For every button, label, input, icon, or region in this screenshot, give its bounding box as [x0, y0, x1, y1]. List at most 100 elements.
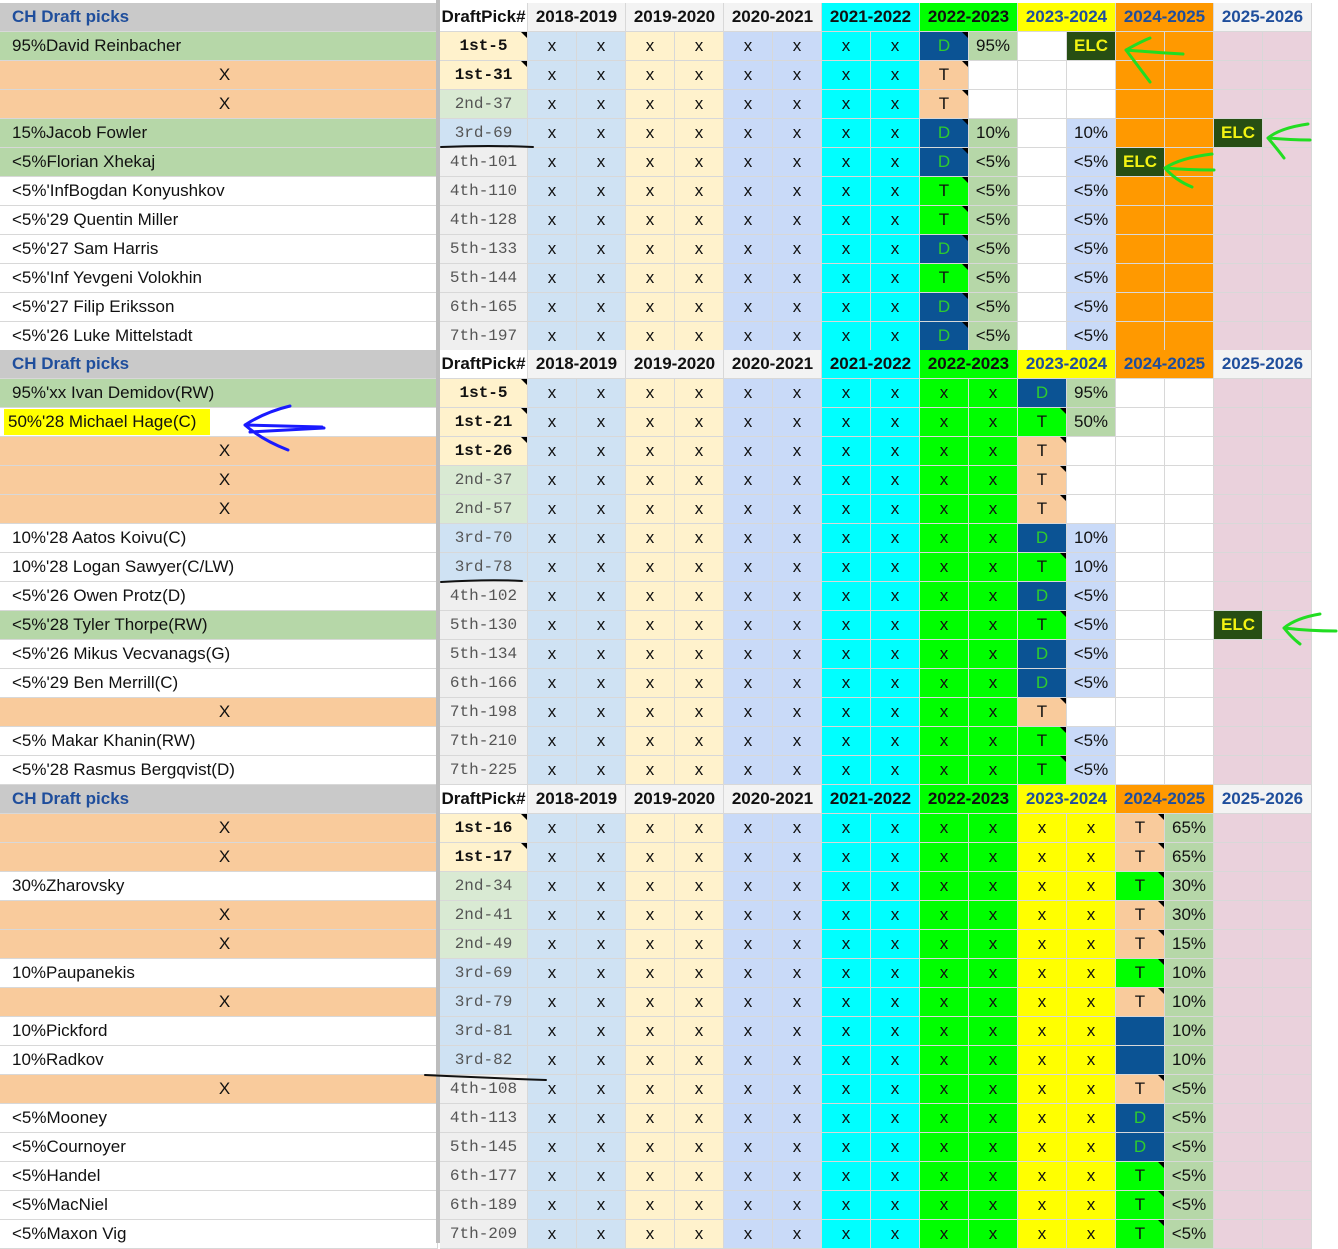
season-cell[interactable]: T [1018, 756, 1067, 785]
season-cell[interactable]: x [871, 206, 920, 235]
season-cell[interactable]: x [1067, 988, 1116, 1017]
season-cell[interactable]: T [1018, 698, 1067, 727]
season-cell[interactable]: x [773, 959, 822, 988]
season-cell[interactable]: <5% [1067, 582, 1116, 611]
season-cell[interactable] [1018, 264, 1067, 293]
season-cell[interactable] [1214, 901, 1263, 930]
season-cell[interactable]: x [969, 524, 1018, 553]
draft-pick-number[interactable]: 2nd-49 [440, 930, 528, 959]
season-cell[interactable] [1165, 466, 1214, 495]
draft-pick-number[interactable]: 4th-113 [440, 1104, 528, 1133]
season-cell[interactable] [1214, 1162, 1263, 1191]
season-cell[interactable]: x [920, 1133, 969, 1162]
season-cell[interactable]: x [1067, 1162, 1116, 1191]
season-cell[interactable]: x [1018, 988, 1067, 1017]
season-cell[interactable]: x [1067, 1133, 1116, 1162]
player-name[interactable]: 30%Zharovsky [0, 872, 438, 901]
season-cell[interactable] [1116, 379, 1165, 408]
season-cell[interactable]: x [626, 119, 675, 148]
season-cell[interactable]: T [1018, 408, 1067, 437]
season-cell[interactable]: T [920, 177, 969, 206]
season-cell[interactable] [1214, 1191, 1263, 1220]
season-cell[interactable]: <5% [969, 293, 1018, 322]
season-cell[interactable] [1214, 582, 1263, 611]
season-cell[interactable]: x [773, 322, 822, 351]
season-cell[interactable]: x [675, 553, 724, 582]
player-name[interactable]: <5%'27 Filip Eriksson [0, 293, 438, 322]
season-cell[interactable]: x [626, 437, 675, 466]
season-cell[interactable] [1165, 206, 1214, 235]
season-cell[interactable] [1018, 293, 1067, 322]
season-cell[interactable]: x [871, 988, 920, 1017]
season-cell[interactable] [1165, 698, 1214, 727]
season-cell[interactable]: x [626, 930, 675, 959]
season-cell[interactable]: x [724, 1191, 773, 1220]
season-cell[interactable]: x [969, 930, 1018, 959]
season-cell[interactable]: x [1018, 1075, 1067, 1104]
season-cell[interactable]: x [675, 640, 724, 669]
draft-pick-number[interactable]: 2nd-34 [440, 872, 528, 901]
season-cell[interactable]: <5% [1165, 1191, 1214, 1220]
season-cell[interactable]: x [822, 959, 871, 988]
season-cell[interactable] [1165, 611, 1214, 640]
season-cell[interactable]: x [724, 1046, 773, 1075]
season-cell[interactable]: <5% [1067, 177, 1116, 206]
season-cell[interactable]: x [871, 843, 920, 872]
season-cell[interactable]: x [920, 1046, 969, 1075]
season-cell[interactable]: x [626, 235, 675, 264]
season-cell[interactable]: x [871, 495, 920, 524]
season-cell[interactable]: x [528, 32, 577, 61]
season-cell[interactable]: x [577, 177, 626, 206]
season-cell[interactable]: x [822, 901, 871, 930]
season-cell[interactable]: x [822, 988, 871, 1017]
season-cell[interactable]: <5% [969, 235, 1018, 264]
season-cell[interactable]: x [871, 727, 920, 756]
season-cell[interactable]: x [920, 901, 969, 930]
season-cell[interactable]: x [969, 814, 1018, 843]
season-cell[interactable]: x [626, 727, 675, 756]
draft-pick-number[interactable]: 2nd-57 [440, 495, 528, 524]
season-cell[interactable] [1116, 90, 1165, 119]
season-cell[interactable]: <5% [1067, 669, 1116, 698]
season-cell[interactable]: x [969, 727, 1018, 756]
season-cell[interactable] [1067, 437, 1116, 466]
season-cell[interactable]: T [920, 90, 969, 119]
season-cell[interactable]: <5% [1067, 727, 1116, 756]
season-cell[interactable]: x [577, 988, 626, 1017]
season-cell[interactable]: T [1018, 437, 1067, 466]
season-cell[interactable] [1263, 379, 1312, 408]
player-name[interactable]: X [0, 930, 438, 959]
season-cell[interactable] [1214, 408, 1263, 437]
season-cell[interactable]: x [822, 1191, 871, 1220]
season-cell[interactable]: x [1018, 1220, 1067, 1249]
season-cell[interactable]: x [1018, 959, 1067, 988]
season-cell[interactable]: x [1067, 814, 1116, 843]
season-cell[interactable] [1263, 1220, 1312, 1249]
season-cell[interactable]: x [675, 32, 724, 61]
season-cell[interactable]: x [871, 1191, 920, 1220]
player-name[interactable]: <5%'26 Luke Mittelstadt [0, 322, 438, 351]
season-cell[interactable]: x [871, 32, 920, 61]
player-name[interactable]: 10%Pickford [0, 1017, 438, 1046]
player-name[interactable]: <5%Cournoyer [0, 1133, 438, 1162]
season-cell[interactable]: x [675, 959, 724, 988]
season-cell[interactable]: 10% [1067, 524, 1116, 553]
season-cell[interactable]: x [822, 1162, 871, 1191]
season-cell[interactable] [1214, 872, 1263, 901]
season-cell[interactable]: x [1067, 843, 1116, 872]
season-cell[interactable]: x [871, 264, 920, 293]
draft-pick-number[interactable]: 1st-16 [440, 814, 528, 843]
season-cell[interactable]: <5% [969, 206, 1018, 235]
season-cell[interactable]: x [822, 727, 871, 756]
season-cell[interactable]: x [822, 1075, 871, 1104]
season-cell[interactable]: x [626, 843, 675, 872]
player-name[interactable]: <5%'26 Owen Protz(D) [0, 582, 438, 611]
season-cell[interactable]: x [773, 669, 822, 698]
season-cell[interactable]: x [577, 1133, 626, 1162]
season-cell[interactable] [1214, 235, 1263, 264]
season-cell[interactable]: x [871, 582, 920, 611]
season-cell[interactable]: x [528, 959, 577, 988]
season-cell[interactable]: x [675, 901, 724, 930]
season-cell[interactable]: D [920, 148, 969, 177]
season-cell[interactable]: x [724, 119, 773, 148]
